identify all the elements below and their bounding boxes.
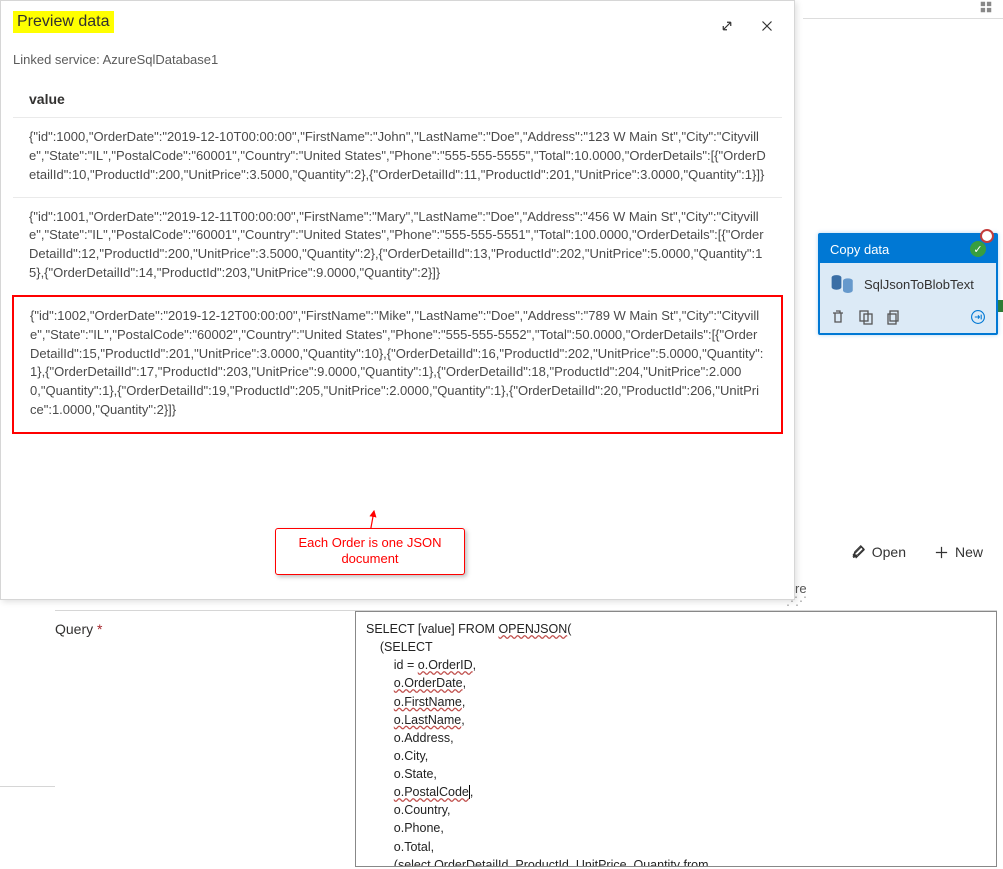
linked-service-label: Linked service: AzureSqlDatabase1 bbox=[1, 38, 794, 81]
datasets-panel-header bbox=[803, 0, 1003, 19]
copy-icon[interactable] bbox=[886, 309, 902, 325]
preview-title: Preview data bbox=[13, 11, 114, 33]
plus-icon bbox=[934, 545, 949, 560]
preview-data-panel: Preview data Linked service: AzureSqlDat… bbox=[0, 0, 795, 600]
close-icon[interactable] bbox=[758, 17, 776, 38]
table-row: {"id":1000,"OrderDate":"2019-12-10T00:00… bbox=[13, 117, 782, 197]
open-button[interactable]: Open bbox=[851, 544, 906, 560]
query-section: Query * SELECT [value] FROM OPENJSON( (S… bbox=[55, 610, 997, 867]
table-row-highlighted: {"id":1002,"OrderDate":"2019-12-12T00:00… bbox=[12, 295, 783, 434]
add-output-icon[interactable] bbox=[970, 309, 986, 325]
dataset-icon bbox=[979, 0, 993, 14]
clone-icon[interactable] bbox=[858, 309, 874, 325]
copy-data-icon bbox=[830, 273, 856, 295]
activity-name-label: SqlJsonToBlobText bbox=[864, 277, 974, 292]
pencil-icon bbox=[851, 545, 866, 560]
maximize-icon[interactable] bbox=[718, 17, 736, 38]
activity-type-label: Copy data bbox=[830, 242, 889, 257]
open-label: Open bbox=[872, 544, 906, 560]
query-textarea[interactable]: SELECT [value] FROM OPENJSON( (SELECT id… bbox=[355, 611, 997, 867]
dataset-toolbar: Open New bbox=[841, 540, 993, 564]
status-indicator-icon bbox=[980, 229, 994, 243]
new-label: New bbox=[955, 544, 983, 560]
delete-icon[interactable] bbox=[830, 309, 846, 325]
divider bbox=[0, 786, 55, 787]
required-asterisk: * bbox=[97, 621, 102, 637]
new-button[interactable]: New bbox=[934, 544, 983, 560]
column-header-value: value bbox=[13, 81, 782, 117]
success-check-icon: ✓ bbox=[970, 241, 986, 257]
query-label: Query bbox=[55, 621, 93, 637]
preview-table: value {"id":1000,"OrderDate":"2019-12-10… bbox=[13, 81, 782, 434]
copy-data-activity[interactable]: Copy data ✓ SqlJsonToBlobText bbox=[818, 233, 998, 335]
annotation-callout: Each Order is one JSON document bbox=[275, 528, 465, 575]
table-row: {"id":1001,"OrderDate":"2019-12-11T00:00… bbox=[13, 197, 782, 295]
